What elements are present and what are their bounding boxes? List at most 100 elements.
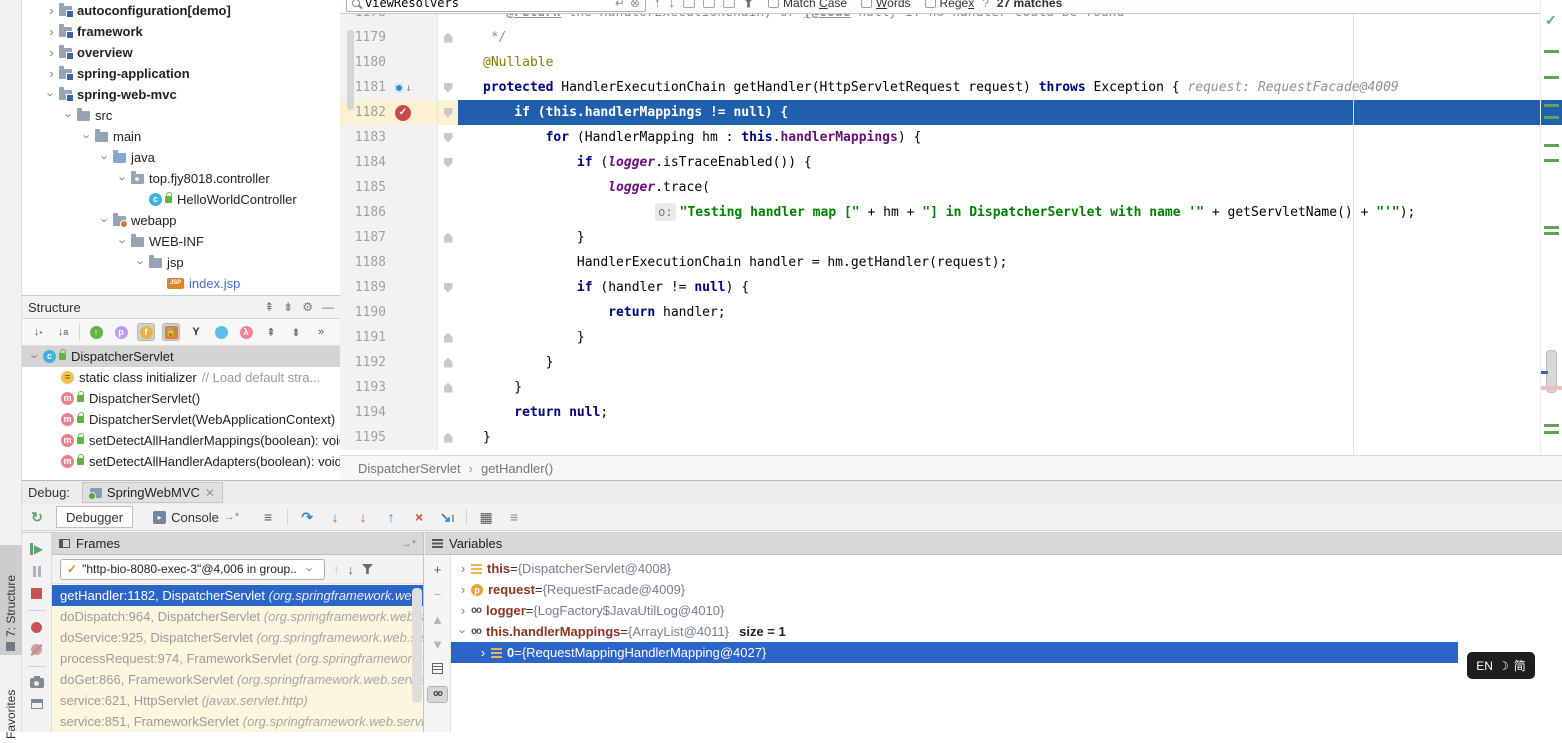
stack-frame[interactable]: doDispatch:964, DispatcherServlet (org.s… xyxy=(52,606,423,627)
show-fields-icon[interactable]: f xyxy=(137,323,155,341)
clear-search-icon[interactable]: ⊗ xyxy=(630,0,640,10)
collapse-all-icon[interactable]: ⇟ xyxy=(283,300,293,314)
show-watches-toggle[interactable]: oo xyxy=(427,686,448,703)
stack-frame[interactable]: getHandler:1182, DispatcherServlet (org.… xyxy=(52,585,423,606)
rerun-button[interactable]: ↻ xyxy=(28,509,46,526)
breakpoint-icon[interactable]: ✓ xyxy=(390,100,416,125)
tree-item-jsp[interactable]: ›jsp xyxy=(22,252,340,273)
variable-row-this[interactable]: ›this = {DispatcherServlet@4008} xyxy=(451,558,1562,579)
tree-item-main[interactable]: ›main xyxy=(22,126,340,147)
structure-item-setDetectAllHandlerMappings[interactable]: msetDetectAllHandlerMappings(boolean): v… xyxy=(22,430,340,451)
show-inherited-icon[interactable]: ↑ xyxy=(87,323,105,341)
stack-frame[interactable]: service:621, HttpServlet (javax.servlet.… xyxy=(52,690,423,711)
code-line-1190[interactable]: 1190return handler; xyxy=(340,300,1562,325)
search-filter-icon[interactable] xyxy=(743,0,754,8)
fold-marker[interactable] xyxy=(438,100,458,125)
tree-item-webapp[interactable]: ›webapp xyxy=(22,210,340,231)
tab-debug-session[interactable]: SpringWebMVC ✕ xyxy=(82,482,223,503)
code-line-1191[interactable]: 1191} xyxy=(340,325,1562,350)
structure-item-setDetectAllHandlerAdapters[interactable]: msetDetectAllHandlerAdapters(boolean): v… xyxy=(22,451,340,472)
restore-layout-button[interactable] xyxy=(31,699,43,709)
code-line-1186[interactable]: 1186o:"Testing handler map [" + hm + "] … xyxy=(340,200,1562,225)
fold-marker[interactable] xyxy=(438,275,458,300)
fold-marker[interactable] xyxy=(438,225,458,250)
evaluate-expression-button[interactable]: ▦ xyxy=(477,509,495,526)
code-line-1189[interactable]: 1189if (handler != null) { xyxy=(340,275,1562,300)
variable-row-logger[interactable]: ›oologger = {LogFactory$JavaUtilLog@4010… xyxy=(451,600,1562,621)
pause-button[interactable] xyxy=(33,566,41,577)
stack-frame[interactable]: service:851, FrameworkServlet (org.sprin… xyxy=(52,711,423,732)
tree-item-WEB-INF[interactable]: ›WEB-INF xyxy=(22,231,340,252)
close-icon[interactable]: ✕ xyxy=(205,486,215,500)
code-line-1183[interactable]: 1183for (HandlerMapping hm : this.handle… xyxy=(340,125,1562,150)
expand-all-icon[interactable]: ⇞ xyxy=(262,323,280,341)
show-anonymous-icon[interactable] xyxy=(212,323,230,341)
editor-scroll-markers[interactable]: ✓ xyxy=(1540,0,1562,455)
step-out-button[interactable]: ↑ xyxy=(382,509,400,525)
chevron-down-icon[interactable]: › xyxy=(44,87,59,102)
layout-settings-icon[interactable]: ≡ xyxy=(259,509,277,525)
override-icon[interactable]: ↓ xyxy=(390,75,416,100)
gear-icon[interactable]: ⚙ xyxy=(302,300,313,314)
find-previous-button[interactable]: ↑ xyxy=(654,0,661,10)
hide-frames-filter-icon[interactable] xyxy=(362,564,373,574)
chevron-right-icon[interactable]: › xyxy=(44,24,59,39)
duplicate-watch-button[interactable] xyxy=(432,663,443,674)
tree-item-index.jsp[interactable]: JSPindex.jsp xyxy=(22,273,340,294)
sidebar-item-structure[interactable]: 7: Structure xyxy=(0,545,22,655)
chevron-down-icon[interactable]: › xyxy=(98,150,113,165)
step-over-button[interactable]: ↷ xyxy=(298,509,316,526)
code-line-1195[interactable]: 1195} xyxy=(340,425,1562,450)
breadcrumb-item-getHandler[interactable]: getHandler() xyxy=(481,461,553,476)
chevron-right-icon[interactable]: › xyxy=(455,603,471,618)
show-lambdas-icon[interactable]: λ xyxy=(237,323,255,341)
resume-button[interactable]: ▶ xyxy=(30,543,43,555)
fold-marker[interactable] xyxy=(438,150,458,175)
inspections-status-icon[interactable]: ✓ xyxy=(1545,12,1557,29)
next-frame-button[interactable]: ↓ xyxy=(348,562,355,577)
sort-alphabetically-icon[interactable]: ↓a xyxy=(54,323,72,341)
fold-marker[interactable] xyxy=(438,325,458,350)
stack-frame[interactable]: doService:925, DispatcherServlet (org.sp… xyxy=(52,627,423,648)
variable-row-this.handlerMappings[interactable]: ›oothis.handlerMappings = {ArrayList@401… xyxy=(451,621,1562,642)
show-properties-icon[interactable]: p xyxy=(112,323,130,341)
structure-item-DispatcherServlet[interactable]: mDispatcherServlet() xyxy=(22,388,340,409)
code-line-1185[interactable]: 1185logger.trace( xyxy=(340,175,1562,200)
code-line-1180[interactable]: 1180@Nullable xyxy=(340,50,1562,75)
tree-item-spring-application[interactable]: ›spring-application xyxy=(22,63,340,84)
project-scrollbar[interactable] xyxy=(347,30,354,110)
tree-item-spring-web-mvc[interactable]: ›spring-web-mvc xyxy=(22,84,340,105)
stack-frame[interactable]: doGet:866, FrameworkServlet (org.springf… xyxy=(52,669,423,690)
tree-item-java[interactable]: ›java xyxy=(22,147,340,168)
find-next-button[interactable]: ↓ xyxy=(669,0,676,10)
fold-marker[interactable] xyxy=(438,350,458,375)
pin-icon[interactable]: →* xyxy=(401,538,416,550)
variable-row-request[interactable]: ›prequest = {RequestFacade@4009} xyxy=(451,579,1562,600)
remove-watch-button[interactable]: − xyxy=(434,588,442,601)
code-line-1187[interactable]: 1187} xyxy=(340,225,1562,250)
stack-frame[interactable]: processRequest:974, FrameworkServlet (or… xyxy=(52,648,423,669)
structure-item-static class initializer[interactable]: =static class initializer// Load default… xyxy=(22,367,340,388)
code-line-1188[interactable]: 1188HandlerExecutionChain handler = hm.g… xyxy=(340,250,1562,275)
more-options-icon[interactable]: » xyxy=(312,323,330,341)
words-checkbox[interactable]: Words xyxy=(861,0,910,10)
expand-all-icon[interactable]: ⇞ xyxy=(264,300,274,314)
tree-item-HelloWorldController[interactable]: cHelloWorldController xyxy=(22,189,340,210)
chevron-down-icon[interactable]: › xyxy=(80,129,95,144)
settings-icon[interactable]: ≡ xyxy=(505,509,523,525)
breadcrumb-item-DispatcherServlet[interactable]: DispatcherServlet xyxy=(358,461,461,476)
move-up-button[interactable]: ▲ xyxy=(431,613,444,626)
frames-scrollbar[interactable] xyxy=(412,588,422,703)
stop-button[interactable] xyxy=(31,588,42,599)
chevron-down-icon[interactable]: › xyxy=(116,171,131,186)
chevron-down-icon[interactable]: › xyxy=(28,349,43,364)
previous-frame-button[interactable]: ↑ xyxy=(333,562,340,577)
code-editor[interactable]: 1178* @return the HandlerExecutionChain,… xyxy=(340,0,1562,455)
chevron-down-icon[interactable]: › xyxy=(62,108,77,123)
sidebar-item-favorites[interactable]: Favorites xyxy=(0,683,22,743)
hide-panel-icon[interactable]: — xyxy=(322,300,334,314)
force-step-into-button[interactable]: ↓ xyxy=(354,509,372,525)
chevron-right-icon[interactable]: › xyxy=(455,561,471,576)
code-line-1181[interactable]: 1181↓protected HandlerExecutionChain get… xyxy=(340,75,1562,100)
chevron-right-icon[interactable]: › xyxy=(475,645,491,660)
